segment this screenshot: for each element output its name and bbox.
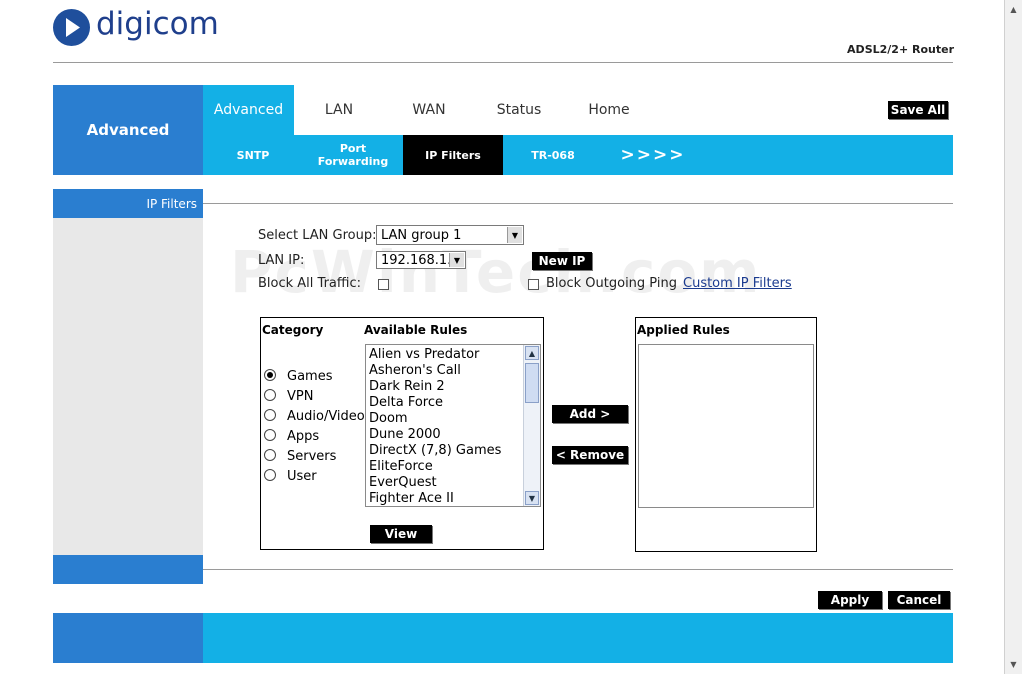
block-outgoing-checkbox[interactable] (528, 279, 539, 290)
custom-ip-filters-link[interactable]: Custom IP Filters (683, 276, 792, 291)
watermark: PcWinTech.com (230, 238, 762, 306)
category-servers-radio[interactable] (264, 449, 276, 461)
product-name: ADSL2/2+ Router (847, 43, 954, 56)
category-user-radio[interactable] (264, 469, 276, 481)
block-outgoing-label: Block Outgoing Ping (546, 276, 677, 291)
new-ip-button[interactable]: New IP (532, 252, 592, 270)
window-scroll-up-icon[interactable]: ▲ (1007, 3, 1020, 16)
footer-left-block (53, 613, 203, 663)
list-scrollbar[interactable]: ▲ ▼ (523, 345, 540, 506)
logo-text: digicom (96, 6, 219, 42)
block-all-checkbox[interactable] (378, 279, 389, 290)
lan-group-select[interactable]: LAN group 1 ▼ (376, 225, 524, 245)
subtab-port-forwarding[interactable]: Port Forwarding (303, 135, 403, 175)
block-all-label: Block All Traffic: (258, 276, 361, 291)
sidebar (53, 189, 203, 584)
add-rule-button[interactable]: Add > (552, 405, 628, 423)
category-servers-label: Servers (287, 449, 337, 464)
list-item[interactable]: EverQuest (366, 475, 540, 491)
sidebar-footer (53, 555, 203, 584)
tab-lan[interactable]: LAN (294, 85, 384, 135)
list-item[interactable]: Fighter Ace II (366, 491, 540, 506)
category-audio-video-label: Audio/Video (287, 409, 365, 424)
available-rules-heading: Available Rules (364, 323, 468, 337)
window-scrollbar[interactable]: ▲ ▼ (1004, 0, 1022, 674)
save-all-button[interactable]: Save All (888, 101, 948, 119)
category-vpn-radio[interactable] (264, 389, 276, 401)
subtab-ip-filters[interactable]: IP Filters (403, 135, 503, 175)
dropdown-arrow-icon: ▼ (449, 253, 464, 267)
tab-home[interactable]: Home (564, 85, 654, 135)
list-item[interactable]: Delta Force (366, 395, 540, 411)
category-games-radio[interactable] (264, 369, 276, 381)
footer-right-block (203, 613, 953, 663)
content-bottom-divider (203, 569, 953, 570)
dropdown-arrow-icon: ▼ (507, 227, 522, 243)
applied-rules-heading: Applied Rules (637, 323, 730, 337)
tab-wan[interactable]: WAN (384, 85, 474, 135)
list-item[interactable]: Dark Rein 2 (366, 379, 540, 395)
list-item[interactable]: EliteForce (366, 459, 540, 475)
header-divider (53, 62, 953, 63)
cancel-button[interactable]: Cancel (888, 591, 950, 609)
list-item[interactable]: DirectX (7,8) Games (366, 443, 540, 459)
lan-ip-label: LAN IP: (258, 253, 305, 268)
window-scroll-down-icon[interactable]: ▼ (1007, 658, 1020, 671)
section-title: Advanced (53, 85, 203, 175)
lan-ip-select[interactable]: 192.168.1.2 ▼ (376, 251, 466, 269)
category-heading: Category (262, 323, 324, 337)
list-item[interactable]: Doom (366, 411, 540, 427)
apply-button[interactable]: Apply (818, 591, 882, 609)
tab-status[interactable]: Status (474, 85, 564, 135)
category-apps-radio[interactable] (264, 429, 276, 441)
scroll-thumb[interactable] (525, 363, 539, 403)
category-audio-video-radio[interactable] (264, 409, 276, 421)
list-item[interactable]: Alien vs Predator (366, 347, 540, 363)
list-item[interactable]: Dune 2000 (366, 427, 540, 443)
lan-group-value: LAN group 1 (381, 227, 462, 243)
category-user-label: User (287, 469, 317, 484)
lan-group-label: Select LAN Group: (258, 228, 377, 243)
content-top-divider (203, 203, 953, 204)
subtab-sntp[interactable]: SNTP (203, 135, 303, 175)
scroll-up-icon[interactable]: ▲ (525, 346, 539, 360)
more-subtabs-link[interactable]: >>>> (603, 135, 703, 175)
scroll-down-icon[interactable]: ▼ (525, 491, 539, 505)
category-games-label: Games (287, 369, 333, 384)
list-item[interactable]: Asheron's Call (366, 363, 540, 379)
tab-advanced[interactable]: Advanced (203, 85, 294, 135)
subtab-tr-068[interactable]: TR-068 (503, 135, 603, 175)
remove-rule-button[interactable]: < Remove (552, 446, 628, 464)
sidebar-title: IP Filters (53, 189, 203, 218)
applied-rules-list[interactable] (638, 344, 814, 508)
available-rules-list[interactable]: Alien vs Predator Asheron's Call Dark Re… (365, 344, 541, 507)
category-apps-label: Apps (287, 429, 320, 444)
logo-mark-icon (53, 9, 90, 46)
view-button[interactable]: View (370, 525, 432, 543)
category-vpn-label: VPN (287, 389, 314, 404)
lan-ip-value: 192.168.1.2 (381, 252, 460, 268)
